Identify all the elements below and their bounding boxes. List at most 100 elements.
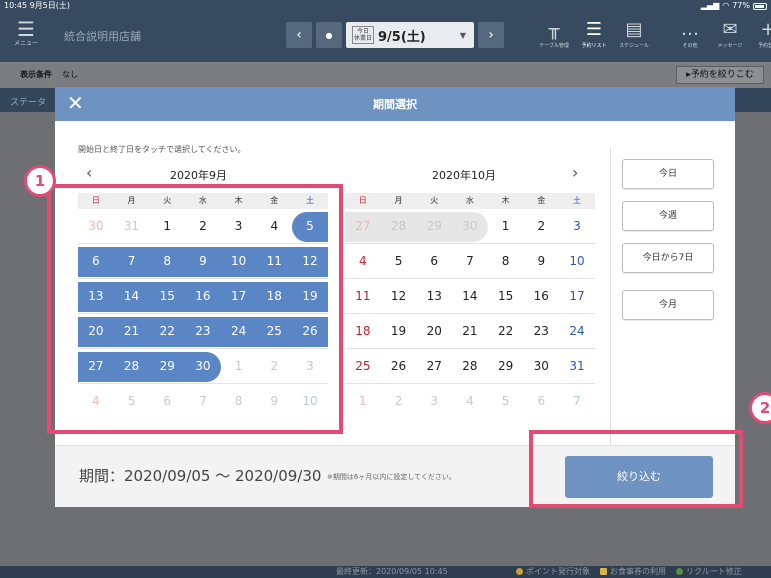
calendar-day[interactable]: 30 (523, 349, 559, 383)
calendar-day[interactable]: 3 (292, 349, 328, 383)
calendar-day[interactable]: 18 (256, 279, 292, 313)
calendar-day[interactable]: 11 (256, 244, 292, 278)
calendar-day[interactable]: 25 (345, 349, 381, 383)
prev-day-button[interactable]: ‹ (286, 22, 312, 48)
nav-more-button[interactable]: … その他 (670, 18, 710, 50)
nav-new-reservation-button[interactable]: + 予約登録 (750, 18, 771, 50)
calendar-day[interactable]: 7 (185, 384, 221, 419)
calendar-day[interactable]: 5 (292, 209, 328, 243)
calendar-day[interactable]: 30 (78, 209, 114, 243)
quick-this-month-button[interactable]: 今月 (622, 290, 714, 320)
date-dropdown[interactable]: 今日 休業日 9/5(土) ▼ (346, 22, 474, 48)
calendar-day[interactable]: 10 (221, 244, 257, 278)
calendar-day[interactable]: 12 (292, 244, 328, 278)
nav-schedule-button[interactable]: ▤ スケジュール (614, 18, 654, 50)
calendar-day[interactable]: 19 (292, 279, 328, 313)
calendar-day[interactable]: 17 (221, 279, 257, 313)
calendar-day[interactable]: 27 (345, 209, 381, 243)
calendar-day[interactable]: 29 (416, 209, 452, 243)
calendar-day[interactable]: 10 (292, 384, 328, 419)
next-month-icon[interactable]: › (572, 163, 578, 182)
calendar-day[interactable]: 4 (256, 209, 292, 243)
calendar-day[interactable]: 8 (221, 384, 257, 419)
calendar-day[interactable]: 9 (256, 384, 292, 419)
calendar-day[interactable]: 25 (256, 314, 292, 348)
calendar-day[interactable]: 4 (345, 244, 381, 278)
calendar-day[interactable]: 30 (185, 349, 221, 383)
calendar-day[interactable]: 31 (559, 349, 595, 383)
calendar-day[interactable]: 14 (452, 279, 488, 313)
calendar-day[interactable]: 5 (488, 384, 524, 419)
calendar-day[interactable]: 2 (256, 349, 292, 383)
calendar-day[interactable]: 2 (381, 384, 417, 419)
calendar-day[interactable]: 24 (559, 314, 595, 348)
calendar-day[interactable]: 3 (559, 209, 595, 243)
calendar-day[interactable]: 13 (78, 279, 114, 313)
calendar-day[interactable]: 2 (523, 209, 559, 243)
calendar-day[interactable]: 16 (523, 279, 559, 313)
today-dot-button[interactable]: ● (316, 22, 342, 48)
quick-this-week-button[interactable]: 今週 (622, 201, 714, 231)
calendar-day[interactable]: 20 (416, 314, 452, 348)
calendar-day[interactable]: 29 (488, 349, 524, 383)
calendar-day[interactable]: 21 (452, 314, 488, 348)
calendar-day[interactable]: 28 (452, 349, 488, 383)
calendar-day[interactable]: 7 (452, 244, 488, 278)
calendar-day[interactable]: 6 (149, 384, 185, 419)
calendar-day[interactable]: 2 (185, 209, 221, 243)
nav-message-button[interactable]: ✉ メッセージ (710, 18, 750, 50)
calendar-day[interactable]: 7 (559, 384, 595, 419)
calendar-day[interactable]: 5 (114, 384, 150, 419)
nav-table-button[interactable]: ╥ テーブル管理 (534, 18, 574, 50)
next-day-button[interactable]: › (478, 22, 504, 48)
calendar-day[interactable]: 7 (114, 244, 150, 278)
menu-button[interactable]: ☰ メニュー (6, 18, 46, 48)
calendar-day[interactable]: 8 (149, 244, 185, 278)
calendar-day[interactable]: 27 (416, 349, 452, 383)
calendar-day[interactable]: 8 (488, 244, 524, 278)
calendar-day[interactable]: 20 (78, 314, 114, 348)
calendar-day[interactable]: 22 (488, 314, 524, 348)
calendar-day[interactable]: 21 (114, 314, 150, 348)
calendar-day[interactable]: 12 (381, 279, 417, 313)
calendar-day[interactable]: 14 (114, 279, 150, 313)
calendar-day[interactable]: 1 (345, 384, 381, 419)
calendar-day[interactable]: 6 (78, 244, 114, 278)
calendar-day[interactable]: 11 (345, 279, 381, 313)
calendar-day[interactable]: 9 (185, 244, 221, 278)
calendar-day[interactable]: 19 (381, 314, 417, 348)
narrow-reservations-button[interactable]: ▸予約を絞りこむ (676, 66, 764, 84)
calendar-day[interactable]: 5 (381, 244, 417, 278)
calendar-day[interactable]: 31 (114, 209, 150, 243)
calendar-day[interactable]: 1 (488, 209, 524, 243)
calendar-day[interactable]: 1 (149, 209, 185, 243)
calendar-day[interactable]: 3 (416, 384, 452, 419)
calendar-day[interactable]: 30 (452, 209, 488, 243)
quick-today-button[interactable]: 今日 (622, 159, 714, 189)
calendar-day[interactable]: 18 (345, 314, 381, 348)
calendar-day[interactable]: 4 (78, 384, 114, 419)
calendar-day[interactable]: 22 (149, 314, 185, 348)
calendar-day[interactable]: 6 (523, 384, 559, 419)
calendar-day[interactable]: 28 (114, 349, 150, 383)
nav-list-button[interactable]: ☰ 予約リスト (574, 18, 614, 50)
calendar-day[interactable]: 29 (149, 349, 185, 383)
calendar-day[interactable]: 26 (292, 314, 328, 348)
quick-next-7-days-button[interactable]: 今日から7日 (622, 243, 714, 273)
calendar-day[interactable]: 10 (559, 244, 595, 278)
calendar-day[interactable]: 9 (523, 244, 559, 278)
calendar-day[interactable]: 1 (221, 349, 257, 383)
calendar-day[interactable]: 23 (185, 314, 221, 348)
calendar-day[interactable]: 15 (488, 279, 524, 313)
calendar-day[interactable]: 16 (185, 279, 221, 313)
calendar-day[interactable]: 15 (149, 279, 185, 313)
calendar-day[interactable]: 13 (416, 279, 452, 313)
calendar-day[interactable]: 17 (559, 279, 595, 313)
prev-month-icon[interactable]: ‹ (86, 163, 92, 182)
calendar-day[interactable]: 27 (78, 349, 114, 383)
calendar-day[interactable]: 28 (381, 209, 417, 243)
calendar-day[interactable]: 4 (452, 384, 488, 419)
calendar-day[interactable]: 23 (523, 314, 559, 348)
calendar-day[interactable]: 24 (221, 314, 257, 348)
calendar-day[interactable]: 3 (221, 209, 257, 243)
